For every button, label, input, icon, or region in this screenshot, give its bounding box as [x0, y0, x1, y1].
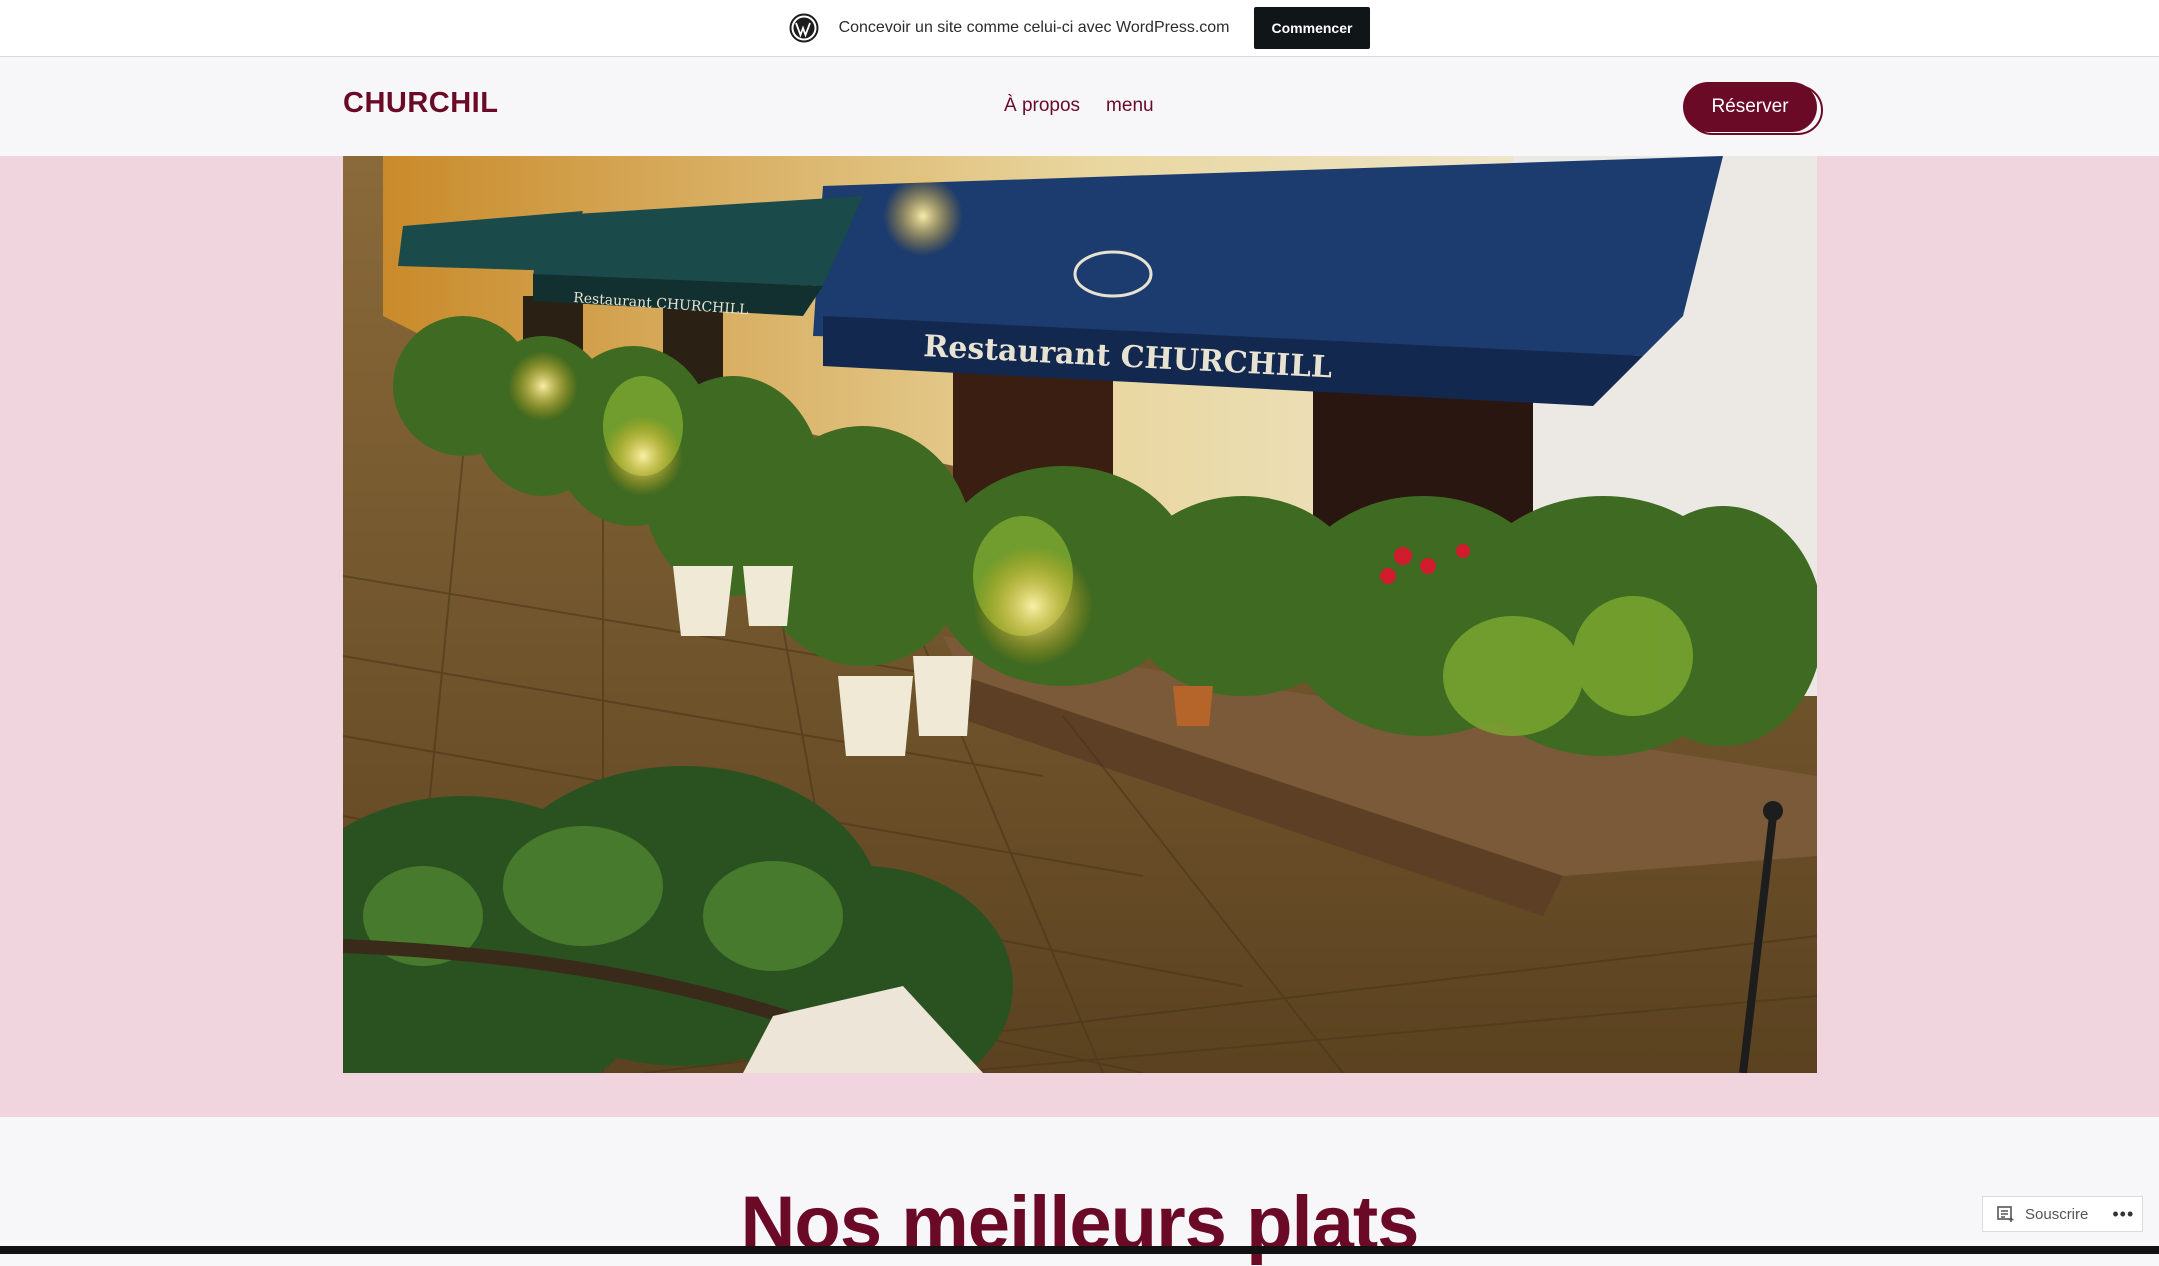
nav-item-a-propos[interactable]: À propos: [1004, 95, 1080, 117]
subscribe-button[interactable]: Souscrire: [2025, 1206, 2088, 1223]
bottom-edge-bar: [0, 1246, 2159, 1254]
site-header: CHURCHIL À propos menu Réserver: [0, 57, 2159, 156]
reader-subscribe-icon[interactable]: [1997, 1205, 2015, 1223]
wordpress-banner: Concevoir un site comme celui-ci avec Wo…: [0, 0, 2159, 57]
main-nav: À propos menu: [1004, 95, 1154, 117]
reserve-button-wrapper: Réserver: [1683, 82, 1823, 135]
reserve-button[interactable]: Réserver: [1683, 82, 1817, 132]
subscribe-widget: Souscrire •••: [1982, 1196, 2143, 1232]
hero-image: Restaurant CHURCHILL Restaurant CHURCHIL…: [343, 156, 1817, 1073]
more-options-button[interactable]: •••: [2112, 1204, 2134, 1225]
restaurant-terrace-illustration: Restaurant CHURCHILL Restaurant CHURCHIL…: [343, 156, 1817, 1073]
site-title[interactable]: CHURCHIL: [343, 87, 498, 120]
wordpress-banner-text[interactable]: Concevoir un site comme celui-ci avec Wo…: [839, 19, 1230, 37]
start-button[interactable]: Commencer: [1253, 7, 1371, 49]
nav-item-menu[interactable]: menu: [1106, 95, 1154, 117]
wordpress-logo-icon[interactable]: [789, 13, 819, 43]
